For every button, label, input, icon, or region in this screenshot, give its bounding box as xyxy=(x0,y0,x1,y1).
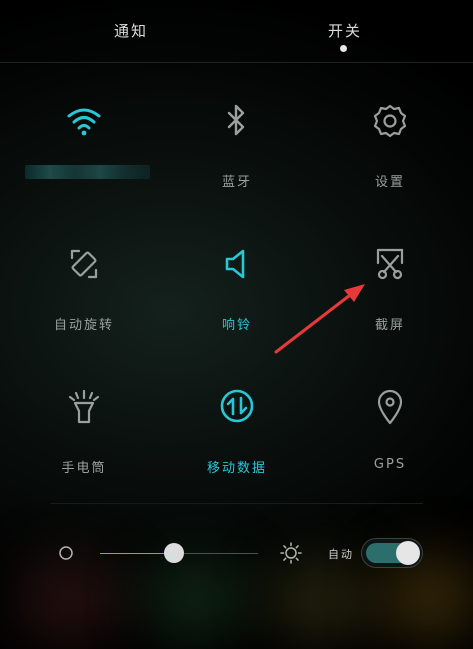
toggle-flashlight[interactable]: 手电筒 xyxy=(24,389,144,509)
toggle-label: 设置 xyxy=(374,175,405,190)
annotation-arrow xyxy=(274,284,365,354)
wifi-network-name-redacted xyxy=(25,165,150,179)
selected-tab-indicator xyxy=(340,45,347,52)
speaker-icon xyxy=(225,249,245,279)
toggle-auto-rotate[interactable]: 自动旋转 xyxy=(24,246,144,366)
brightness-slider-thumb[interactable] xyxy=(164,543,185,563)
auto-brightness-label: 自动 xyxy=(328,548,354,561)
toggle-label: 手电筒 xyxy=(61,461,107,476)
screenshot-icon xyxy=(376,248,404,280)
toggle-label: 蓝牙 xyxy=(221,175,252,190)
gear-icon xyxy=(373,104,407,138)
quick-settings-panel: 通知 开关 蓝牙 设置 自动旋转 响铃 截屏 手电筒 移动数据 GPS 自动 xyxy=(0,0,473,649)
location-pin-icon xyxy=(377,389,403,425)
toggle-bluetooth[interactable]: 蓝牙 xyxy=(177,103,297,223)
brightness-high-icon xyxy=(280,542,302,564)
divider xyxy=(50,503,423,504)
bg-glow-green xyxy=(140,560,250,640)
mobile-data-icon xyxy=(220,389,254,423)
switch-knob xyxy=(396,541,420,565)
toggle-label: 自动旋转 xyxy=(53,318,114,333)
bg-glow-olive xyxy=(265,560,375,640)
toggle-gps[interactable]: GPS xyxy=(330,389,450,509)
toggle-label: GPS xyxy=(373,457,407,472)
brightness-slider[interactable] xyxy=(100,543,258,563)
flashlight-icon xyxy=(68,389,100,424)
toggle-settings[interactable]: 设置 xyxy=(330,103,450,223)
toggle-wifi[interactable] xyxy=(24,103,144,223)
toggle-mobile-data[interactable]: 移动数据 xyxy=(177,389,297,509)
brightness-low-icon xyxy=(59,546,73,560)
wifi-icon xyxy=(67,108,101,136)
tab-notifications[interactable]: 通知 xyxy=(114,20,148,41)
tab-bar: 通知 开关 xyxy=(0,0,473,63)
bluetooth-icon xyxy=(227,104,245,136)
tab-switches[interactable]: 开关 xyxy=(328,20,362,41)
bg-glow-red xyxy=(15,560,125,640)
rotate-icon xyxy=(70,249,98,279)
brightness-slider-fill xyxy=(100,553,175,554)
auto-brightness-switch[interactable] xyxy=(361,538,423,568)
toggle-label: 移动数据 xyxy=(206,461,267,476)
